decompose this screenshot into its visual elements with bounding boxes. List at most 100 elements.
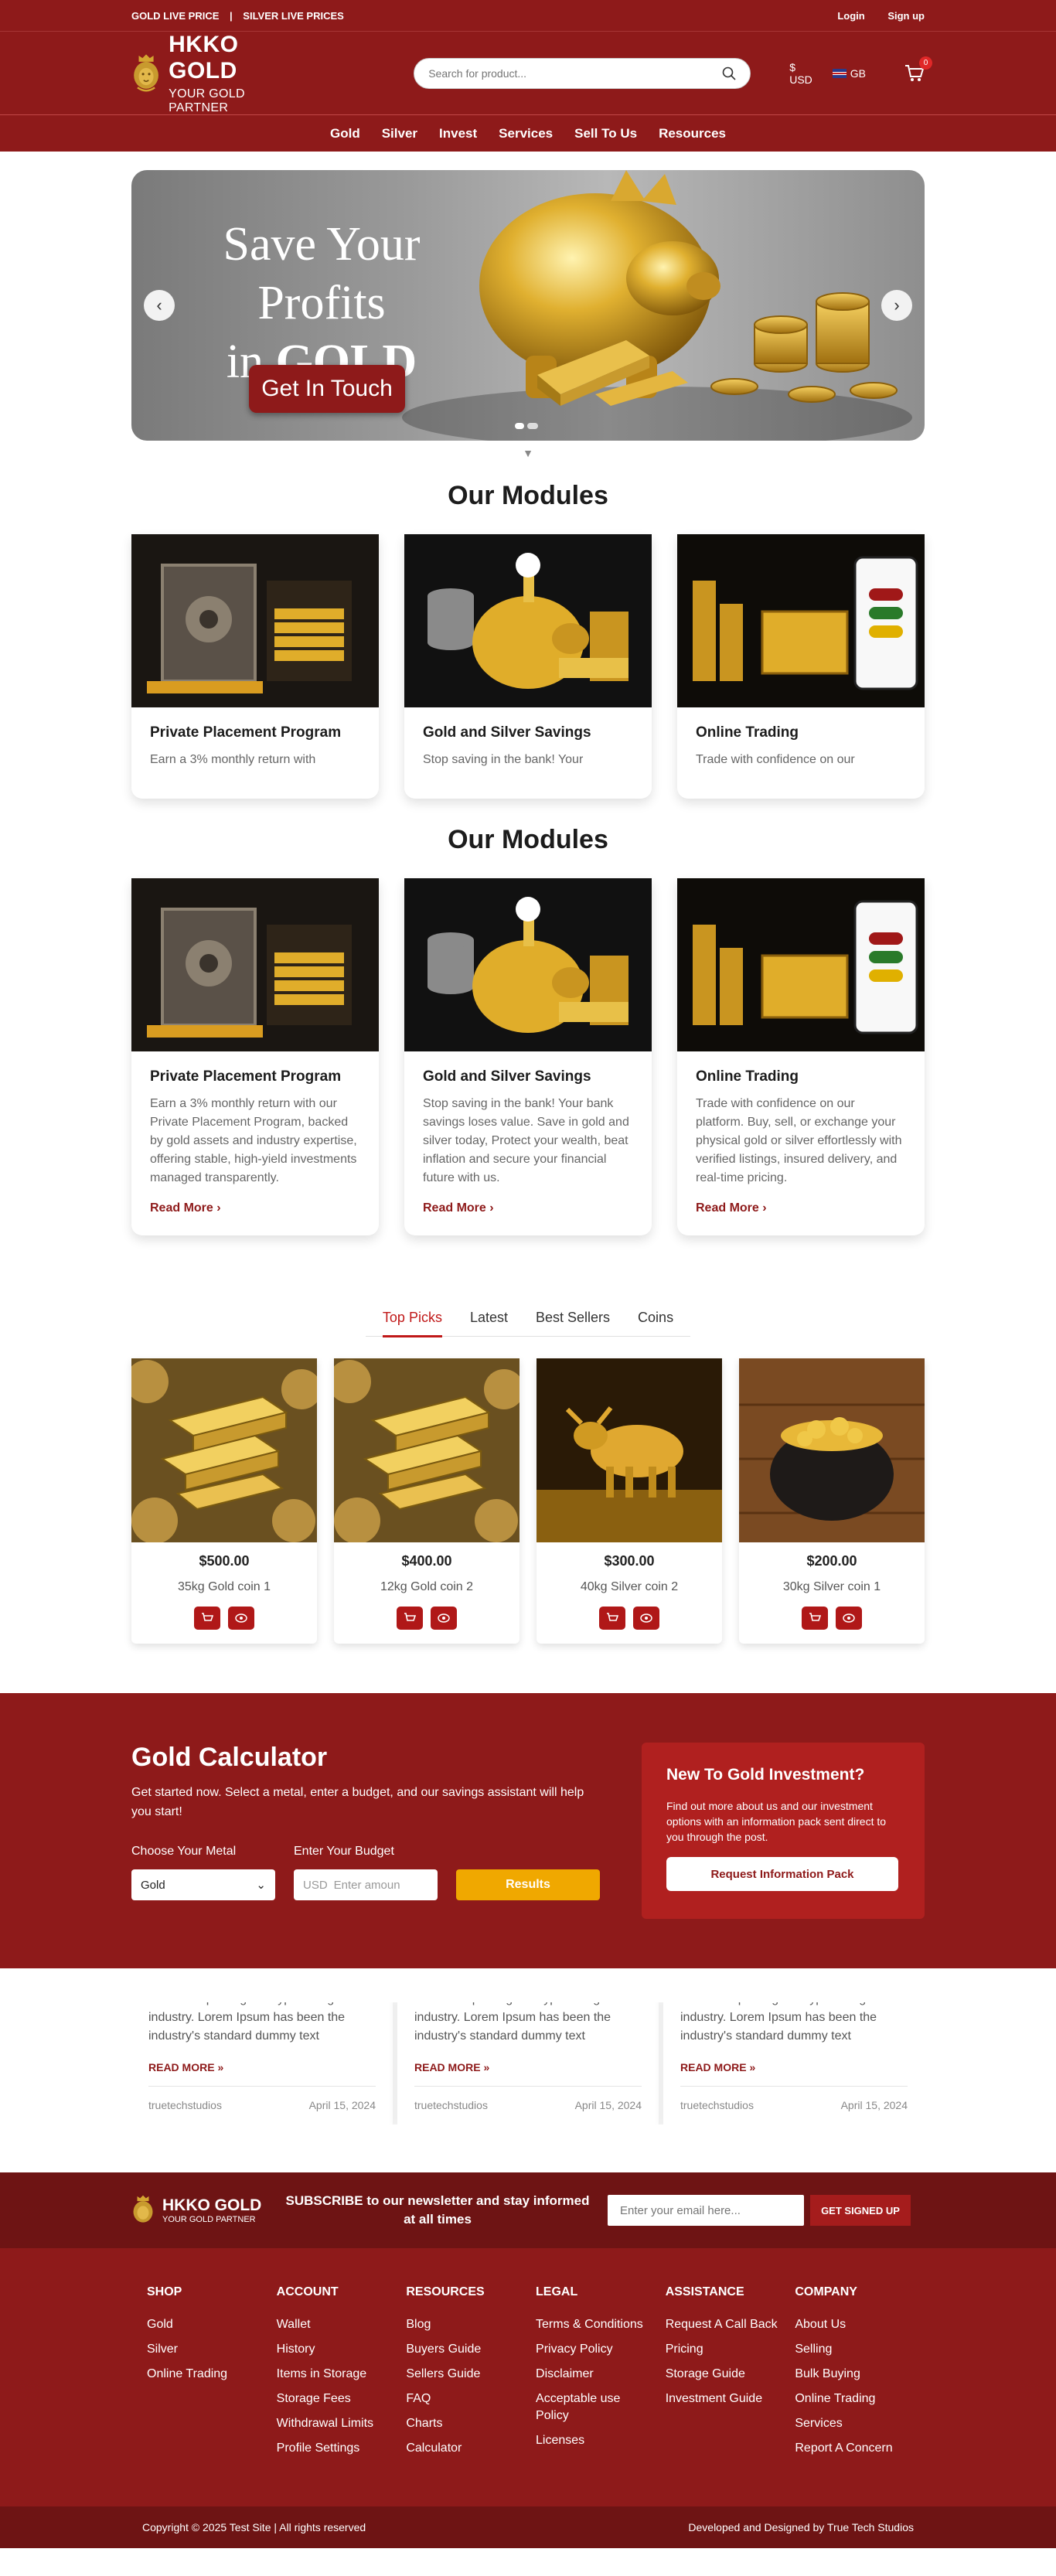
- module-card[interactable]: Online Trading Trade with confidence on …: [677, 878, 925, 1235]
- footer-link[interactable]: Profile Settings: [277, 2440, 393, 2457]
- tab-coins[interactable]: Coins: [638, 1310, 673, 1337]
- get-in-touch-button[interactable]: Get In Touch: [249, 365, 405, 413]
- read-more-link[interactable]: Read More ›: [696, 1201, 906, 1215]
- section-title: Our Modules: [448, 481, 608, 510]
- footer-link[interactable]: Silver: [147, 2341, 263, 2358]
- product-name[interactable]: 12kg Gold coin 2: [334, 1580, 519, 1594]
- product-name[interactable]: 30kg Silver coin 1: [739, 1580, 925, 1594]
- footer-link[interactable]: Privacy Policy: [536, 2341, 652, 2358]
- footer-link[interactable]: Acceptable use Policy: [536, 2390, 652, 2424]
- add-to-cart-button[interactable]: [599, 1607, 625, 1630]
- module-card[interactable]: Gold and Silver Savings Stop saving in t…: [404, 534, 652, 799]
- tab-best-sellers[interactable]: Best Sellers: [536, 1310, 610, 1337]
- footer-link[interactable]: Licenses: [536, 2432, 652, 2449]
- footer-link[interactable]: Selling: [795, 2341, 911, 2358]
- scroll-down-icon[interactable]: ▼: [0, 447, 1056, 459]
- footer-link[interactable]: Wallet: [277, 2316, 393, 2333]
- gold-live-price-link[interactable]: GOLD LIVE PRICE: [131, 10, 219, 22]
- footer-link[interactable]: About Us: [795, 2316, 911, 2333]
- footer-link[interactable]: Calculator: [406, 2440, 522, 2457]
- carousel-prev-button[interactable]: ‹: [144, 290, 175, 321]
- quick-view-button[interactable]: [228, 1607, 254, 1630]
- footer-link[interactable]: Request A Call Back: [666, 2316, 782, 2333]
- quick-view-button[interactable]: [431, 1607, 457, 1630]
- footer-link[interactable]: Disclaimer: [536, 2366, 652, 2383]
- footer-link[interactable]: Storage Guide: [666, 2366, 782, 2383]
- blog-author: truetechstudios: [414, 2099, 488, 2111]
- developer-credit[interactable]: Developed and Designed by True Tech Stud…: [688, 2521, 914, 2533]
- cart-button[interactable]: 0: [904, 56, 932, 83]
- newsletter-email-input[interactable]: [608, 2195, 804, 2226]
- request-info-pack-button[interactable]: Request Information Pack: [666, 1857, 898, 1891]
- tab-top-picks[interactable]: Top Picks: [382, 1310, 442, 1337]
- nav-item-resources[interactable]: Resources: [659, 126, 726, 141]
- blog-card[interactable]: text of the printing and typesetting ind…: [131, 2002, 393, 2125]
- footer-link[interactable]: Pricing: [666, 2341, 782, 2358]
- footer-link[interactable]: Items in Storage: [277, 2366, 393, 2383]
- search-icon[interactable]: [722, 66, 736, 80]
- product-card[interactable]: $500.00 35kg Gold coin 1: [131, 1358, 317, 1644]
- footer-link[interactable]: Buyers Guide: [406, 2341, 522, 2358]
- product-card[interactable]: $300.00 40kg Silver coin 2: [537, 1358, 722, 1644]
- results-button[interactable]: Results: [456, 1869, 600, 1900]
- quick-view-button[interactable]: [836, 1607, 862, 1630]
- footer-link[interactable]: Charts: [406, 2415, 522, 2432]
- footer-link[interactable]: History: [277, 2341, 393, 2358]
- brand-logo[interactable]: HKKO GOLD YOUR GOLD PARTNER: [131, 32, 284, 115]
- read-more-link[interactable]: READ MORE »: [148, 2061, 376, 2073]
- chevron-right-icon: ›: [489, 1201, 494, 1215]
- login-link[interactable]: Login: [837, 10, 864, 22]
- read-more-link[interactable]: Read More ›: [423, 1201, 633, 1215]
- add-to-cart-button[interactable]: [397, 1607, 423, 1630]
- footer-link[interactable]: Services: [795, 2415, 911, 2432]
- tab-latest[interactable]: Latest: [470, 1310, 508, 1337]
- blog-card[interactable]: text of the printing and typesetting ind…: [663, 2002, 925, 2125]
- footer-link[interactable]: Sellers Guide: [406, 2366, 522, 2383]
- read-more-link[interactable]: READ MORE »: [680, 2061, 908, 2073]
- read-more-link[interactable]: READ MORE »: [414, 2061, 642, 2073]
- search-input[interactable]: [428, 66, 723, 80]
- footer-link[interactable]: Report A Concern: [795, 2440, 911, 2457]
- footer-link[interactable]: Blog: [406, 2316, 522, 2333]
- module-card[interactable]: Gold and Silver Savings Stop saving in t…: [404, 878, 652, 1235]
- product-name[interactable]: 35kg Gold coin 1: [131, 1580, 317, 1594]
- carousel-dot[interactable]: [515, 423, 524, 429]
- module-card[interactable]: Private Placement Program Earn a 3% mont…: [131, 534, 379, 799]
- blog-card[interactable]: text of the printing and typesetting ind…: [397, 2002, 659, 2125]
- nav-item-silver[interactable]: Silver: [382, 126, 417, 141]
- budget-input[interactable]: USD Enter amoun: [294, 1869, 438, 1900]
- carousel-next-button[interactable]: ›: [881, 290, 912, 321]
- nav-item-gold[interactable]: Gold: [330, 126, 360, 141]
- nav-item-sell-to-us[interactable]: Sell To Us: [574, 126, 637, 141]
- module-card[interactable]: Online Trading Trade with confidence on …: [677, 534, 925, 799]
- hero-line-1: Save Your Profits: [223, 218, 421, 329]
- footer-link[interactable]: Online Trading: [147, 2366, 263, 2383]
- carousel-dot[interactable]: [527, 423, 538, 429]
- metal-select[interactable]: Gold ⌄: [131, 1869, 275, 1900]
- footer-link[interactable]: Online Trading: [795, 2390, 911, 2407]
- footer-link[interactable]: Storage Fees: [277, 2390, 393, 2407]
- module-card[interactable]: Private Placement Program Earn a 3% mont…: [131, 878, 379, 1235]
- footer-link[interactable]: Bulk Buying: [795, 2366, 911, 2383]
- add-to-cart-button[interactable]: [194, 1607, 220, 1630]
- get-signed-up-button[interactable]: GET SIGNED UP: [810, 2195, 911, 2226]
- product-card[interactable]: $200.00 30kg Silver coin 1: [739, 1358, 925, 1644]
- read-more-link[interactable]: Read More ›: [150, 1201, 360, 1215]
- nav-item-services[interactable]: Services: [499, 126, 553, 141]
- product-card[interactable]: $400.00 12kg Gold coin 2: [334, 1358, 519, 1644]
- footer-link[interactable]: Investment Guide: [666, 2390, 782, 2407]
- footer-link[interactable]: Gold: [147, 2316, 263, 2333]
- product-name[interactable]: 40kg Silver coin 2: [537, 1580, 722, 1594]
- add-to-cart-button[interactable]: [802, 1607, 828, 1630]
- piggy-savings-image: [404, 534, 652, 707]
- currency-selector[interactable]: $ USD: [789, 61, 812, 86]
- signup-link[interactable]: Sign up: [887, 10, 925, 22]
- footer-logo[interactable]: HKKO GOLD YOUR GOLD PARTNER: [131, 2193, 286, 2227]
- nav-item-invest[interactable]: Invest: [439, 126, 477, 141]
- language-selector[interactable]: GB: [832, 67, 866, 80]
- silver-live-price-link[interactable]: SILVER LIVE PRICES: [243, 10, 344, 22]
- quick-view-button[interactable]: [633, 1607, 659, 1630]
- footer-link[interactable]: Withdrawal Limits: [277, 2415, 393, 2432]
- footer-link[interactable]: Terms & Conditions: [536, 2316, 652, 2333]
- footer-link[interactable]: FAQ: [406, 2390, 522, 2407]
